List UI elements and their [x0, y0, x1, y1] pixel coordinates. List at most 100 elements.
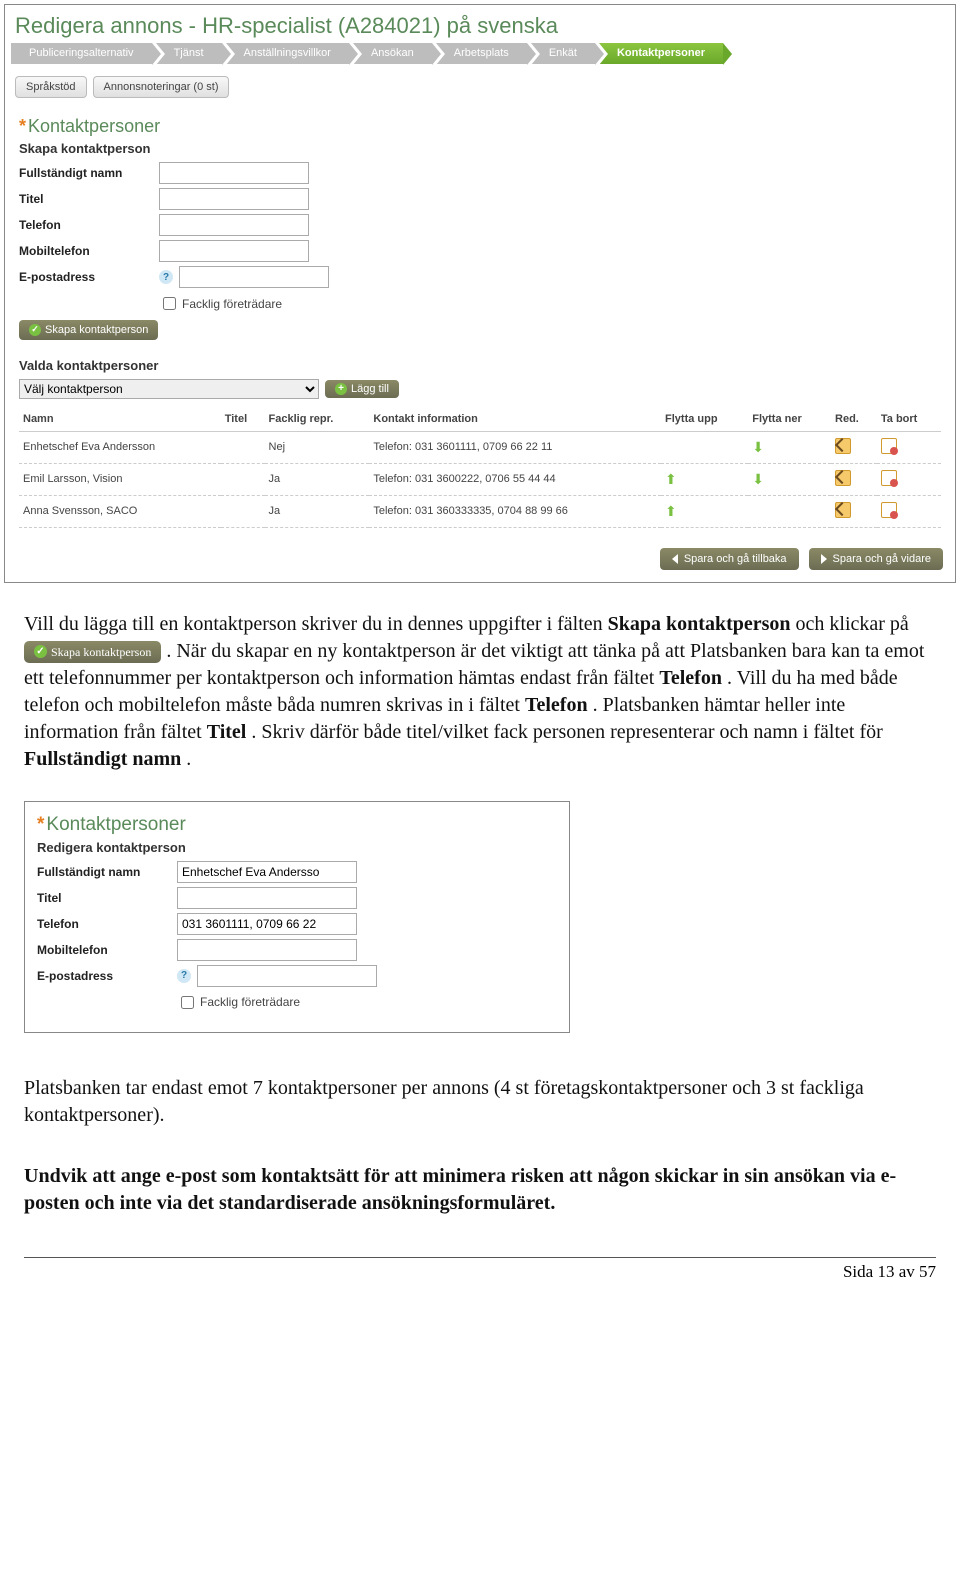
- doc-p1b: Skapa kontaktperson: [608, 613, 791, 635]
- input-email[interactable]: [179, 266, 329, 288]
- save-back-label: Spara och gå tillbaka: [684, 553, 787, 565]
- breadcrumb-item[interactable]: Ansökan: [353, 43, 432, 64]
- label-mobile: Mobiltelefon: [19, 244, 159, 258]
- label-email: E-postadress: [19, 270, 159, 284]
- select-contact[interactable]: Välj kontaktperson: [19, 379, 319, 399]
- label-fullname: Fullständigt namn: [19, 166, 159, 180]
- checkbox-union[interactable]: [163, 297, 176, 310]
- edit-row-mobile: Mobiltelefon: [37, 939, 557, 961]
- cell-del: [877, 495, 941, 527]
- edit-subtitle: Redigera kontaktperson: [37, 840, 557, 855]
- cell-union: Nej: [265, 431, 370, 463]
- contacts-table: Namn Titel Facklig repr. Kontakt informa…: [19, 407, 941, 528]
- edit-input-fullname[interactable]: [177, 861, 357, 883]
- inline-create-button: ✓ Skapa kontaktperson: [24, 641, 161, 663]
- cell-down: ⬇: [748, 431, 831, 463]
- doc-paragraph-2: Platsbanken tar endast emot 7 kontaktper…: [0, 1051, 960, 1139]
- edit-row-phone: Telefon: [37, 913, 557, 935]
- triangle-left-icon: [672, 554, 678, 564]
- cell-down: [748, 495, 831, 527]
- th-contact: Kontakt information: [369, 407, 661, 432]
- table-row: Anna Svensson, SACOJaTelefon: 031 360333…: [19, 495, 941, 527]
- breadcrumb-item[interactable]: Kontaktpersoner: [599, 43, 723, 64]
- doc-p1l: .: [186, 748, 191, 770]
- tab-sprakstod[interactable]: Språkstöd: [15, 76, 87, 98]
- breadcrumb-item[interactable]: Arbetsplats: [436, 43, 527, 64]
- create-contact-button[interactable]: ✓ Skapa kontaktperson: [19, 320, 158, 340]
- row-fullname: Fullständigt namn: [19, 162, 941, 184]
- breadcrumb-item[interactable]: Anställningsvillkor: [226, 43, 349, 64]
- plus-icon: +: [335, 383, 347, 395]
- edit-label-union: Facklig företrädare: [200, 995, 300, 1009]
- edit-input-title[interactable]: [177, 887, 357, 909]
- row-email: E-postadress ?: [19, 266, 941, 288]
- edit-row-union: Facklig företrädare: [177, 993, 557, 1012]
- contacts-title-text: Kontaktpersoner: [28, 116, 160, 136]
- help-icon[interactable]: ?: [159, 270, 173, 284]
- save-next-label: Spara och gå vidare: [833, 553, 931, 565]
- doc-p1i: Titel: [207, 721, 247, 743]
- edit-input-mobile[interactable]: [177, 939, 357, 961]
- delete-icon[interactable]: [881, 438, 897, 454]
- delete-icon[interactable]: [881, 470, 897, 486]
- arrow-down-icon[interactable]: ⬇: [752, 471, 764, 487]
- edit-row-fullname: Fullständigt namn: [37, 861, 557, 883]
- input-mobile[interactable]: [159, 240, 309, 262]
- breadcrumb-item[interactable]: Publiceringsalternativ: [11, 43, 152, 64]
- breadcrumb-item[interactable]: Enkät: [531, 43, 595, 64]
- th-edit: Red.: [831, 407, 877, 432]
- tab-annonsnoteringar[interactable]: Annonsnoteringar (0 st): [93, 76, 230, 98]
- input-phone[interactable]: [159, 214, 309, 236]
- save-back-button[interactable]: Spara och gå tillbaka: [660, 548, 799, 570]
- edit-input-email[interactable]: [197, 965, 377, 987]
- edit-icon[interactable]: [835, 502, 851, 518]
- arrow-up-icon[interactable]: ⬆: [665, 503, 677, 519]
- cell-up: ⬆: [661, 495, 748, 527]
- section-title-contacts: *Kontaktpersoner: [19, 116, 941, 137]
- doc-paragraph-3: Undvik att ange e-post som kontaktsätt f…: [0, 1139, 960, 1227]
- th-name: Namn: [19, 407, 221, 432]
- arrow-down-icon[interactable]: ⬇: [752, 439, 764, 455]
- cell-title: [221, 495, 265, 527]
- doc-p1c: och klickar på: [796, 613, 909, 635]
- page-title: Redigera annons - HR-specialist (A284021…: [5, 5, 955, 43]
- input-fullname[interactable]: [159, 162, 309, 184]
- arrow-up-icon[interactable]: ⬆: [665, 471, 677, 487]
- breadcrumb-item[interactable]: Tjänst: [156, 43, 222, 64]
- create-contact-subtitle: Skapa kontaktperson: [19, 141, 941, 156]
- edit-input-phone[interactable]: [177, 913, 357, 935]
- cell-name: Enhetschef Eva Andersson: [19, 431, 221, 463]
- row-mobile: Mobiltelefon: [19, 240, 941, 262]
- edit-icon[interactable]: [835, 470, 851, 486]
- cell-name: Emil Larsson, Vision: [19, 463, 221, 495]
- th-union: Facklig repr.: [265, 407, 370, 432]
- edit-label-title: Titel: [37, 891, 177, 905]
- inline-create-button-label: Skapa kontaktperson: [51, 644, 151, 660]
- page-footer: Sida 13 av 57: [24, 1257, 936, 1282]
- th-up: Flytta upp: [661, 407, 748, 432]
- edit-label-email: E-postadress: [37, 969, 177, 983]
- help-icon[interactable]: ?: [177, 969, 191, 983]
- cell-edit: [831, 431, 877, 463]
- check-icon: ✓: [34, 645, 47, 658]
- row-phone: Telefon: [19, 214, 941, 236]
- edit-label-mobile: Mobiltelefon: [37, 943, 177, 957]
- edit-contact-panel: *Kontaktpersoner Redigera kontaktperson …: [24, 801, 570, 1033]
- save-next-button[interactable]: Spara och gå vidare: [809, 548, 943, 570]
- label-title: Titel: [19, 192, 159, 206]
- table-row: Emil Larsson, VisionJaTelefon: 031 36002…: [19, 463, 941, 495]
- cell-contact: Telefon: 031 3601111, 0709 66 22 11: [369, 431, 661, 463]
- edit-checkbox-union[interactable]: [181, 996, 194, 1009]
- edit-icon[interactable]: [835, 438, 851, 454]
- edit-section-title-text: Kontaktpersoner: [46, 814, 185, 835]
- add-contact-button[interactable]: + Lägg till: [325, 380, 399, 398]
- row-union: Facklig företrädare: [159, 294, 941, 313]
- cell-union: Ja: [265, 463, 370, 495]
- edit-label-phone: Telefon: [37, 917, 177, 931]
- delete-icon[interactable]: [881, 502, 897, 518]
- input-title[interactable]: [159, 188, 309, 210]
- selected-subtitle: Valda kontaktpersoner: [19, 358, 941, 373]
- th-title: Titel: [221, 407, 265, 432]
- triangle-right-icon: [821, 554, 827, 564]
- cell-edit: [831, 463, 877, 495]
